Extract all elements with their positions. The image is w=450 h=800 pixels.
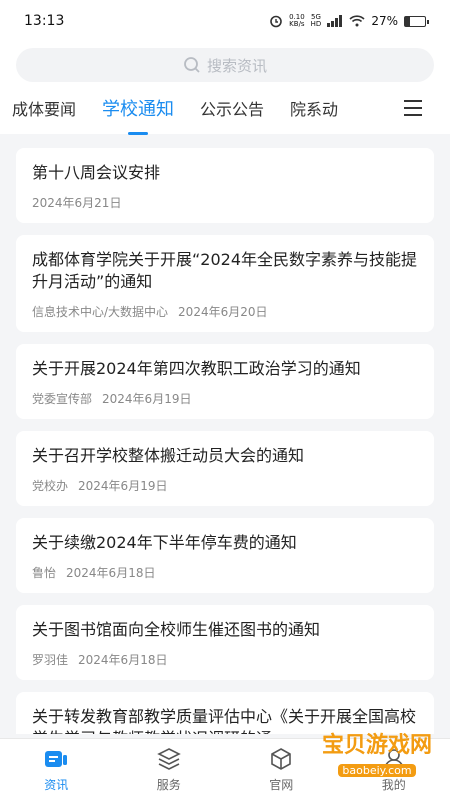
category-tabs: 成体要闻 学校通知 公示公告 院系动 [0, 82, 450, 134]
status-bar: 13:13 0.10 KB/s 5G HD 27% [0, 0, 450, 42]
search-icon [184, 57, 200, 73]
status-icons: 0.10 KB/s 5G HD 27% [269, 13, 429, 28]
status-time: 13:13 [24, 13, 65, 29]
news-source: 罗羽佳 [32, 653, 69, 667]
tabbar-label: 服务 [156, 778, 181, 792]
search-placeholder: 搜索资讯 [206, 56, 267, 75]
watermark-url: baobeiy.com [338, 764, 416, 777]
news-date: 2024年6月20日 [178, 305, 268, 319]
news-title: 关于续缴2024年下半年停车费的通知 [32, 533, 297, 552]
battery-icon [404, 15, 429, 27]
watermark: 宝贝游戏网 baobeiy.com [322, 727, 432, 778]
search-input[interactable]: 搜索资讯 [16, 48, 434, 82]
tabbar-news[interactable]: 资讯 [0, 739, 113, 800]
battery-level [405, 16, 411, 26]
tab-departments[interactable]: 院系动 [290, 96, 338, 120]
list-item[interactable]: 第十八周会议安排 2024年6月21日 [16, 148, 434, 223]
news-title: 第十八周会议安排 [32, 163, 161, 182]
network-speed: 0.10 KB/s [289, 13, 305, 28]
news-date: 2024年6月19日 [78, 479, 168, 493]
news-source: 鲁怡 [32, 566, 57, 580]
battery-percent: 27% [371, 14, 398, 28]
news-date: 2024年6月19日 [102, 392, 192, 406]
news-icon [45, 751, 68, 767]
network-type: 5G HD [310, 13, 322, 28]
list-item[interactable]: 成都体育学院关于开展“2024年全民数字素养与技能提升月活动”的通知 信息技术中… [16, 235, 434, 332]
menu-icon[interactable] [404, 100, 422, 121]
watermark-title: 宝贝游戏网 [321, 733, 432, 758]
wifi-icon [349, 15, 365, 27]
news-date: 2024年6月21日 [32, 196, 122, 210]
news-source: 党校办 [32, 479, 69, 493]
list-item[interactable]: 关于召开学校整体搬迁动员大会的通知 党校办 2024年6月19日 [16, 431, 434, 506]
list-item[interactable]: 关于图书馆面向全校师生催还图书的通知 罗羽佳 2024年6月18日 [16, 605, 434, 680]
tabbar-services[interactable]: 服务 [113, 739, 226, 800]
tab-announcements[interactable]: 公示公告 [200, 96, 264, 120]
news-title: 关于召开学校整体搬迁动员大会的通知 [32, 446, 305, 465]
news-source: 党委宣传部 [32, 392, 93, 406]
tab-school-notices[interactable]: 学校通知 [102, 95, 174, 121]
news-date: 2024年6月18日 [78, 653, 168, 667]
news-title: 关于图书馆面向全校师生催还图书的通知 [32, 620, 321, 639]
header: 搜索资讯 成体要闻 学校通知 公示公告 院系动 [0, 42, 450, 134]
news-title: 成都体育学院关于开展“2024年全民数字素养与技能提升月活动”的通知 [32, 250, 418, 291]
news-title: 关于开展2024年第四次教职工政治学习的通知 [32, 359, 361, 378]
signal-icon [327, 15, 343, 27]
layers-icon [156, 748, 181, 770]
tabbar-label: 官网 [269, 778, 294, 792]
tabbar-label: 我的 [381, 778, 406, 792]
news-list: 第十八周会议安排 2024年6月21日 成都体育学院关于开展“2024年全民数字… [0, 134, 450, 734]
list-item[interactable]: 关于开展2024年第四次教职工政治学习的通知 党委宣传部 2024年6月19日 [16, 344, 434, 419]
tab-fade [364, 82, 404, 134]
tab-news[interactable]: 成体要闻 [12, 96, 76, 120]
tabbar-website[interactable]: 官网 [225, 739, 338, 800]
cube-icon [271, 748, 292, 770]
tabbar-label: 资讯 [44, 778, 69, 792]
alarm-icon [270, 15, 282, 28]
list-item[interactable]: 关于续缴2024年下半年停车费的通知 鲁怡 2024年6月18日 [16, 518, 434, 593]
news-source: 信息技术中心/大数据中心 [32, 305, 169, 319]
news-date: 2024年6月18日 [66, 566, 156, 580]
